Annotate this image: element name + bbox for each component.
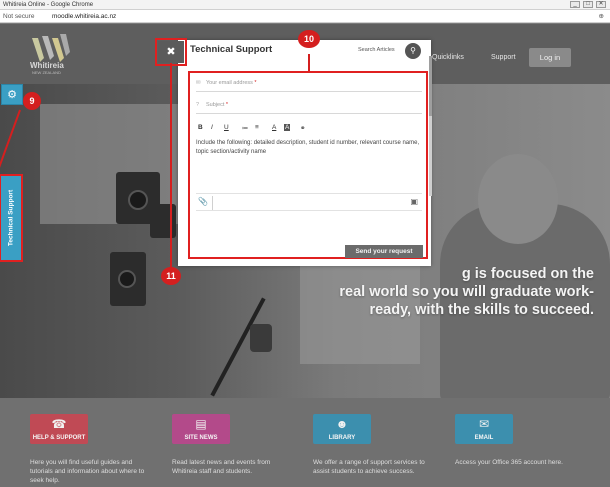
- login-button[interactable]: Log in: [529, 48, 571, 67]
- nav-quicklinks[interactable]: Quicklinks: [432, 54, 464, 61]
- minimize-button[interactable]: _: [570, 1, 580, 8]
- security-indicator[interactable]: Not secure: [3, 10, 34, 23]
- close-window-button[interactable]: ✕: [596, 1, 606, 8]
- microphone: [250, 324, 272, 352]
- marker-9: 9: [23, 92, 41, 110]
- window-title-bar: Whitireia Online - Google Chrome _ □ ✕: [0, 0, 610, 10]
- close-icon: ✖: [166, 46, 176, 58]
- subject-field[interactable]: ? Subject *: [196, 97, 422, 114]
- required-mark: *: [225, 102, 229, 108]
- email-field[interactable]: ✉ Your email address *: [196, 75, 422, 92]
- numbered-list-button[interactable]: ≡: [255, 124, 259, 131]
- phone-icon: ☎: [51, 417, 67, 431]
- logo-text: Whitireia: [30, 61, 64, 70]
- hero-headline-2: real world so you will graduate work-: [339, 284, 594, 300]
- marker-10: 10: [298, 30, 320, 48]
- question-icon: ?: [196, 102, 200, 108]
- modal-title: Technical Support: [190, 44, 273, 55]
- card-description: Access your Office 365 account here.: [455, 459, 563, 466]
- subject-placeholder: Subject: [206, 102, 225, 108]
- news-icon: ▤: [195, 417, 207, 431]
- envelope-icon: ✉: [196, 80, 201, 86]
- studio-speaker: [150, 204, 176, 238]
- address-bar[interactable]: Not secure moodle.whitireia.ac.nz ⊕: [0, 10, 610, 23]
- email-card[interactable]: ✉ EMAIL: [455, 414, 513, 444]
- library-card[interactable]: ☻ LIBRARY: [313, 414, 371, 444]
- link-icon[interactable]: ⚭: [300, 124, 305, 132]
- bold-button[interactable]: B: [198, 124, 203, 131]
- search-icon[interactable]: ⚲: [405, 43, 421, 59]
- modal-scrollbar[interactable]: [429, 56, 432, 196]
- gear-icon: ⚙: [7, 89, 17, 101]
- search-articles-label[interactable]: Search Articles: [358, 47, 395, 53]
- card-label: LIBRARY: [328, 435, 356, 441]
- message-textarea[interactable]: Include the following: detailed descript…: [196, 139, 420, 157]
- email-placeholder: Your email address: [206, 80, 253, 86]
- send-request-button[interactable]: Send your request: [345, 245, 423, 258]
- marker-10-leader: [308, 54, 310, 71]
- marker-11: 11: [161, 267, 181, 285]
- window-title: Whitireia Online - Google Chrome: [3, 2, 94, 8]
- card-label: SITE NEWS: [184, 435, 218, 441]
- studio-speaker: [110, 252, 146, 306]
- italic-button[interactable]: I: [211, 124, 213, 131]
- card-label: EMAIL: [474, 435, 494, 441]
- logo-subtitle: NEW ZEALAND: [32, 70, 61, 75]
- card-description: We offer a range of support services to …: [313, 459, 425, 475]
- student-head: [478, 154, 558, 244]
- support-request-form: ✉ Your email address * ? Subject * B I U ≔…: [188, 71, 428, 259]
- font-color-button[interactable]: A: [272, 124, 276, 131]
- support-settings-tab[interactable]: ⚙: [1, 84, 23, 105]
- underline-button[interactable]: U: [224, 124, 229, 131]
- maximize-button[interactable]: □: [583, 1, 593, 8]
- technical-support-tab[interactable]: Technical Support: [0, 174, 23, 262]
- feature-cards: ☎ HELP & SUPPORT ▤ SITE NEWS ☻ LIBRARY ✉…: [0, 398, 610, 487]
- card-description: Read latest news and events from Whitire…: [172, 459, 271, 475]
- technical-support-tab-label: Technical Support: [7, 189, 15, 247]
- attachment-row: 📎 ▣: [196, 193, 422, 211]
- card-label: HELP & SUPPORT: [32, 435, 86, 441]
- hero-headline-1: g is focused on the: [461, 266, 594, 282]
- help-support-card[interactable]: ☎ HELP & SUPPORT: [30, 414, 88, 444]
- page-viewport: Whitireia NEW ZEALAND Quicklinks Support…: [0, 24, 610, 487]
- hero-headline-3: ready, with the skills to succeed.: [369, 302, 594, 318]
- scrollbar-thumb[interactable]: [429, 56, 432, 116]
- library-icon: ☻: [335, 417, 349, 431]
- card-description: Here you will find useful guides and tut…: [30, 459, 145, 484]
- background-color-button[interactable]: A: [284, 124, 291, 131]
- envelope-icon: ✉: [478, 417, 490, 431]
- nav-support[interactable]: Support: [491, 54, 516, 61]
- url-text[interactable]: moodle.whitireia.ac.nz: [52, 10, 116, 23]
- site-news-card[interactable]: ▤ SITE NEWS: [172, 414, 230, 444]
- paperclip-icon[interactable]: 📎: [198, 197, 208, 206]
- bullet-list-button[interactable]: ≔: [242, 124, 249, 132]
- marker-11-leader: [170, 63, 172, 268]
- close-modal-button[interactable]: ✖: [155, 38, 187, 66]
- screenshot-icon[interactable]: ▣: [410, 197, 418, 206]
- divider: [212, 196, 213, 210]
- rich-text-toolbar: B I U ≔ ≡ A A ⚭: [196, 124, 422, 136]
- required-mark: *: [254, 80, 257, 86]
- zoom-icon[interactable]: ⊕: [599, 10, 604, 23]
